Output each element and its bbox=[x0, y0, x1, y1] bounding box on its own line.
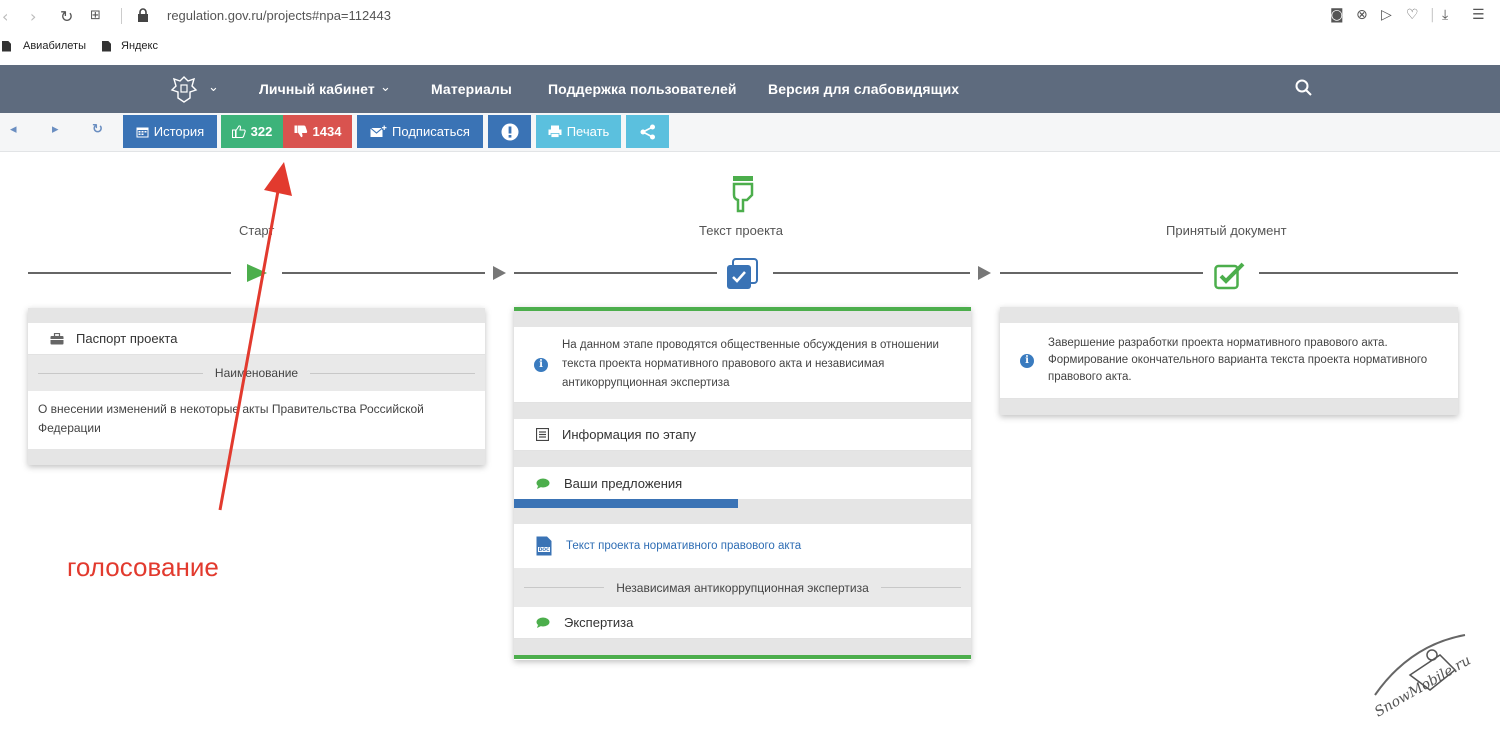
red-arrow-annotation bbox=[218, 162, 292, 511]
thumbs-down-icon bbox=[294, 125, 307, 138]
separator bbox=[121, 8, 122, 24]
report-button[interactable] bbox=[488, 115, 531, 148]
nav-support[interactable]: Поддержка пользователей bbox=[548, 81, 737, 97]
comment-icon bbox=[536, 617, 550, 628]
briefcase-icon bbox=[50, 332, 64, 344]
settings-icon[interactable]: ☰ bbox=[1472, 7, 1485, 23]
card-strip bbox=[1000, 399, 1458, 415]
stage-accepted-label: Принятый документ bbox=[1166, 223, 1287, 238]
document-link[interactable]: DOC Текст проекта нормативного правового… bbox=[514, 524, 971, 568]
timeline-line bbox=[1259, 272, 1458, 274]
check-square-icon bbox=[1214, 262, 1245, 290]
print-button[interactable]: Печать bbox=[536, 115, 621, 148]
passport-title: Паспорт проекта bbox=[76, 331, 178, 346]
prev-icon[interactable]: ◂ bbox=[10, 122, 17, 137]
envelope-plus-icon bbox=[370, 125, 387, 137]
timeline-line bbox=[773, 272, 970, 274]
refresh-icon[interactable]: ↻ bbox=[92, 122, 103, 137]
card-strip bbox=[514, 508, 971, 524]
svg-text:SnowMobile.ru: SnowMobile.ru bbox=[1372, 653, 1474, 721]
card-strip bbox=[514, 451, 971, 467]
calendar-icon bbox=[136, 127, 149, 137]
accepted-info-block: i Завершение разработки проекта норматив… bbox=[1000, 323, 1458, 399]
tabs-grid-icon[interactable]: ⊞ bbox=[90, 8, 101, 23]
block-icon[interactable]: ⊗ bbox=[1356, 7, 1368, 23]
reload-icon[interactable]: ↻ bbox=[60, 7, 73, 26]
timeline-line bbox=[514, 272, 717, 274]
search-icon[interactable] bbox=[1295, 79, 1313, 97]
expertise-link[interactable]: Экспертиза bbox=[514, 607, 971, 639]
exclamation-icon bbox=[501, 123, 518, 140]
expertise-section-label: Независимая антикоррупционная экспертиза bbox=[514, 568, 971, 607]
address-bar[interactable]: regulation.gov.ru/projects#npa=112443 bbox=[167, 8, 391, 23]
timeline-line bbox=[1000, 272, 1203, 274]
stage-info-link[interactable]: Информация по этапу bbox=[514, 419, 971, 451]
proposals-progress bbox=[514, 499, 971, 508]
subscribe-button[interactable]: Подписаться bbox=[357, 115, 483, 148]
back-icon[interactable]: ‹ bbox=[2, 7, 8, 26]
snowmobile-watermark-logo: SnowMobile.ru bbox=[1372, 634, 1474, 721]
chevron-down-icon[interactable]: ⌄ bbox=[380, 79, 391, 95]
bookmarks-bar: Авиабилеты Яндекс bbox=[0, 34, 1500, 62]
checked-doc-icon bbox=[727, 258, 758, 289]
site-header: ⌄ Личный кабинет ⌄ Материалы Поддержка п… bbox=[0, 65, 1500, 113]
heart-icon[interactable]: ♡ bbox=[1406, 7, 1419, 23]
page-icon bbox=[2, 40, 11, 52]
dislike-button[interactable]: 1434 bbox=[283, 115, 352, 148]
card-strip bbox=[514, 639, 971, 655]
next-icon[interactable]: ▸ bbox=[52, 122, 59, 137]
thumbs-up-icon bbox=[231, 125, 246, 138]
accepted-doc-card: i Завершение разработки проекта норматив… bbox=[1000, 307, 1458, 415]
nav-personal-account[interactable]: Личный кабинет bbox=[259, 81, 375, 97]
card-strip bbox=[514, 311, 971, 327]
coat-of-arms-icon[interactable] bbox=[170, 74, 198, 104]
share-button[interactable] bbox=[626, 115, 669, 148]
like-button[interactable]: 322 bbox=[221, 115, 283, 148]
arrow-right-icon bbox=[493, 266, 506, 280]
nav-materials[interactable]: Материалы bbox=[431, 81, 512, 97]
info-icon: i bbox=[1020, 353, 1034, 368]
arrow-right-icon bbox=[978, 266, 991, 280]
stage-text-label: Текст проекта bbox=[699, 223, 783, 238]
comment-icon bbox=[536, 478, 550, 489]
timeline-line bbox=[282, 272, 485, 274]
bookmark-yandex[interactable]: Яндекс bbox=[102, 40, 158, 52]
project-text-card: i На данном этапе проводятся общественны… bbox=[514, 307, 971, 660]
progress-fill bbox=[514, 499, 738, 508]
stage-info-block: i На данном этапе проводятся общественны… bbox=[514, 327, 971, 403]
svg-text:DOC: DOC bbox=[539, 547, 551, 553]
proposals-link[interactable]: Ваши предложения bbox=[514, 467, 971, 499]
share-icon bbox=[640, 124, 655, 139]
lock-icon bbox=[138, 8, 148, 22]
download-icon[interactable]: ⤓ bbox=[1442, 7, 1448, 23]
camera-icon[interactable]: ◙ bbox=[1330, 7, 1344, 23]
separator: | bbox=[1430, 7, 1435, 23]
card-strip bbox=[1000, 307, 1458, 323]
browser-toolbar: ‹ › ↻ ⊞ regulation.gov.ru/projects#npa=1… bbox=[0, 0, 1500, 34]
card-strip bbox=[514, 403, 971, 419]
history-button[interactable]: История bbox=[123, 115, 217, 148]
send-icon[interactable]: ▷ bbox=[1381, 7, 1392, 23]
forward-icon[interactable]: › bbox=[30, 7, 36, 26]
project-toolbar: ◂ ▸ ↻ История 322 1434 Подписаться Печат… bbox=[0, 113, 1500, 152]
list-doc-icon bbox=[536, 428, 549, 441]
bookmark-aviatickets[interactable]: Авиабилеты bbox=[2, 40, 86, 52]
annotation-label: голосование bbox=[67, 552, 219, 582]
card-accent bbox=[514, 655, 971, 659]
info-icon: i bbox=[534, 357, 548, 372]
printer-icon bbox=[548, 125, 562, 138]
document-icon: DOC bbox=[536, 536, 552, 556]
chevron-down-icon[interactable]: ⌄ bbox=[208, 79, 219, 95]
nav-accessibility[interactable]: Версия для слабовидящих bbox=[768, 81, 959, 97]
page-icon bbox=[102, 40, 111, 52]
hand-pointing-icon bbox=[732, 176, 754, 213]
